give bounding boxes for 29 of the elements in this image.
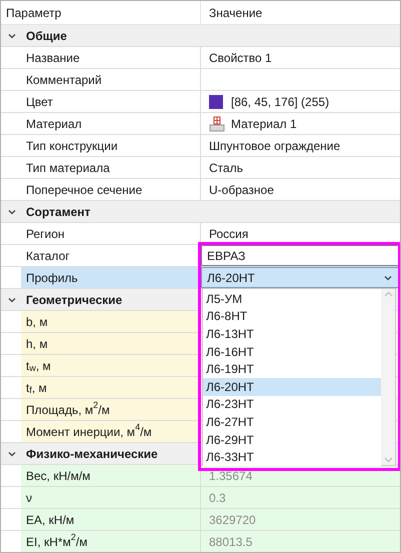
- property-value: Россия: [209, 226, 248, 242]
- column-header[interactable]: Параметр: [1, 1, 201, 24]
- profile-dropdown[interactable]: Л6-20НТ: [201, 267, 400, 288]
- property-value: U-образное: [209, 182, 274, 198]
- property-label[interactable]: h, м: [21, 333, 201, 354]
- property-label[interactable]: Площадь, м$^{2}$/м: [21, 399, 201, 420]
- color-swatch[interactable]: [209, 94, 223, 108]
- property-value: Свойство 1: [209, 50, 272, 66]
- property-label[interactable]: t$_{f}$, м: [21, 377, 201, 398]
- group-label: Геометрические: [26, 292, 122, 308]
- property-value: 1.35674: [209, 468, 252, 484]
- group-label: Общие: [26, 28, 67, 44]
- property-label[interactable]: Профиль: [21, 267, 201, 288]
- property-value: Шпунтовое ограждение: [209, 138, 340, 154]
- dropdown-option[interactable]: Л6-20НТ: [203, 378, 381, 396]
- property-value: 88013.5: [209, 534, 252, 550]
- column-header[interactable]: Значение: [201, 1, 400, 24]
- property-value: Материал 1: [231, 116, 297, 132]
- property-value: 3629720: [209, 512, 256, 528]
- catalog-input[interactable]: ЕВРАЗ: [201, 245, 400, 266]
- material-icon: [209, 116, 225, 132]
- property-label[interactable]: Момент инерции, м$^{4}$/м: [21, 421, 201, 442]
- property-label[interactable]: t$_{w}$, м: [21, 355, 201, 376]
- property-value: [86, 45, 176] (255): [231, 94, 330, 110]
- group-label: Физико-механические: [26, 446, 158, 462]
- group-label: Сортамент: [26, 204, 90, 220]
- property-value: Сталь: [209, 160, 243, 176]
- property-value: 0.3: [209, 490, 226, 506]
- property-label[interactable]: b, м: [21, 311, 201, 332]
